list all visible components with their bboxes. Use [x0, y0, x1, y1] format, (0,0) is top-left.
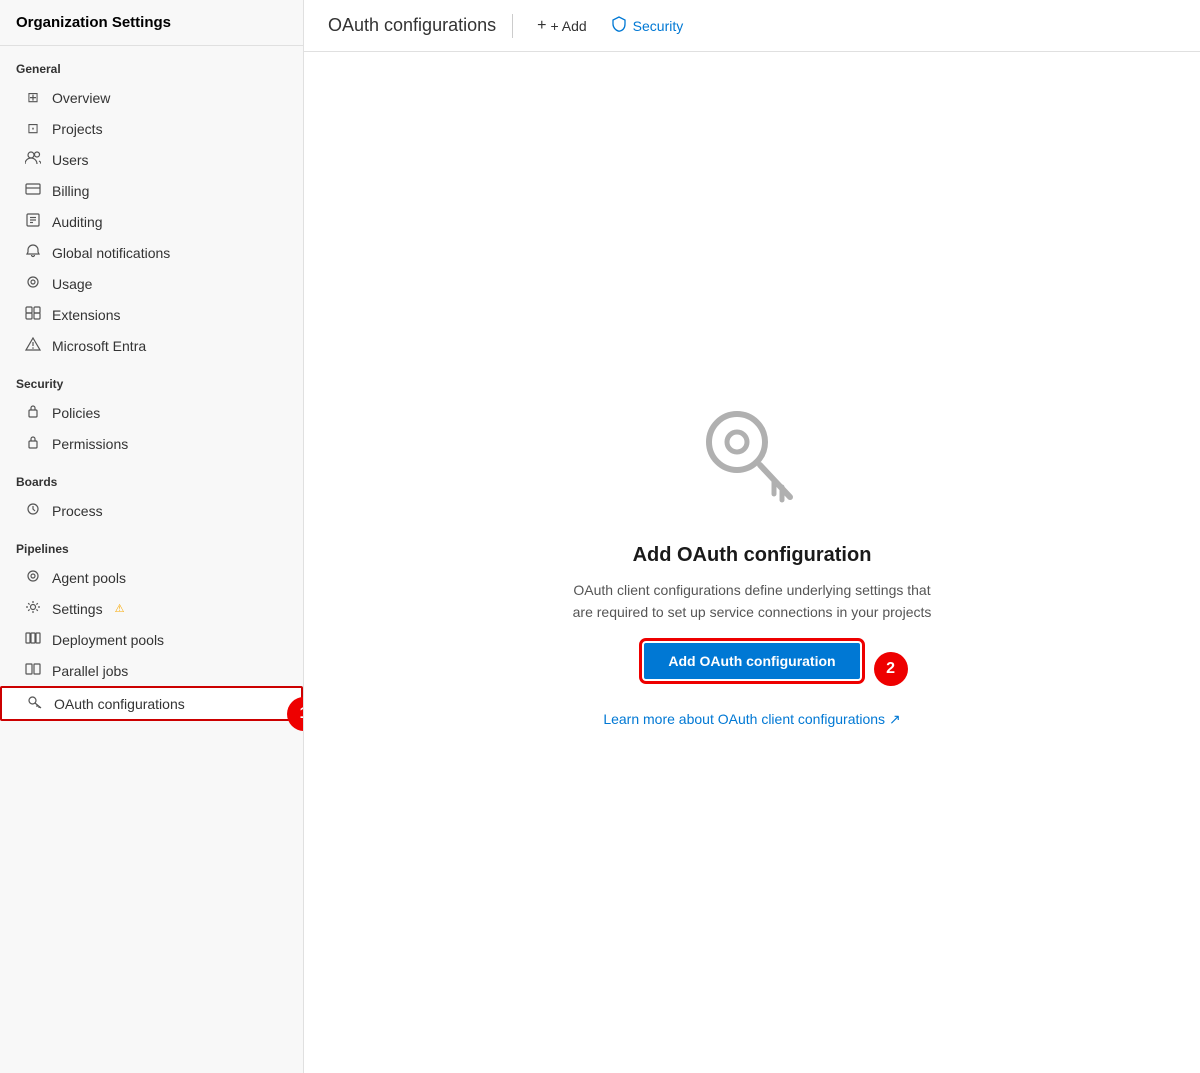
learn-more-link[interactable]: Learn more about OAuth client configurat…: [603, 711, 900, 728]
permissions-icon: [24, 435, 42, 452]
sidebar-item-label: Overview: [52, 90, 110, 106]
sidebar-item-oauth-configurations[interactable]: OAuth configurations: [0, 686, 303, 721]
sidebar-item-overview[interactable]: ⊞ Overview: [0, 82, 303, 113]
billing-icon: [24, 182, 42, 199]
sidebar-item-label: Process: [52, 503, 103, 519]
add-icon: +: [537, 17, 546, 35]
key-illustration: [692, 397, 812, 520]
microsoft-entra-icon: [24, 337, 42, 354]
section-label-boards: Boards: [0, 459, 303, 495]
sidebar-item-microsoft-entra[interactable]: Microsoft Entra: [0, 330, 303, 361]
learn-more-text: Learn more about OAuth client configurat…: [603, 711, 900, 728]
sidebar-item-label: Microsoft Entra: [52, 338, 146, 354]
empty-title: Add OAuth configuration: [633, 544, 872, 567]
sidebar-item-parallel-jobs[interactable]: Parallel jobs: [0, 655, 303, 686]
main-content: OAuth configurations + + Add Security: [304, 0, 1200, 1073]
sidebar-item-projects[interactable]: ⊡ Projects: [0, 113, 303, 144]
sidebar-item-label: Usage: [52, 276, 92, 292]
sidebar-item-label: Parallel jobs: [52, 663, 128, 679]
sidebar-item-usage[interactable]: Usage: [0, 268, 303, 299]
sidebar-item-label: Deployment pools: [52, 632, 164, 648]
sidebar-item-label: Global notifications: [52, 245, 170, 261]
auditing-icon: [24, 213, 42, 230]
sidebar-item-label: Users: [52, 152, 89, 168]
section-label-security: Security: [0, 361, 303, 397]
global-notifications-icon: [24, 244, 42, 261]
deployment-pools-icon: [24, 631, 42, 648]
sidebar-section-security: Security Policies Permissions: [0, 361, 303, 459]
settings-info-icon: ⚠: [115, 602, 125, 615]
sidebar-item-label: Auditing: [52, 214, 103, 230]
process-icon: [24, 502, 42, 519]
sidebar-item-label: Extensions: [52, 307, 120, 323]
sidebar-item-deployment-pools[interactable]: Deployment pools: [0, 624, 303, 655]
sidebar-section-pipelines: Pipelines Agent pools Settings ⚠ Deploym…: [0, 526, 303, 721]
sidebar-item-label: Permissions: [52, 436, 128, 452]
section-label-pipelines: Pipelines: [0, 526, 303, 562]
topbar-title: OAuth configurations: [328, 15, 496, 36]
sidebar-item-users[interactable]: Users: [0, 144, 303, 175]
usage-icon: [24, 275, 42, 292]
sidebar-item-settings[interactable]: Settings ⚠: [0, 593, 303, 624]
policies-icon: [24, 404, 42, 421]
add-oauth-button[interactable]: Add OAuth configuration: [644, 643, 859, 679]
empty-description: OAuth client configurations define under…: [572, 579, 932, 624]
sidebar: Organization Settings General ⊞ Overview…: [0, 0, 304, 1073]
badge-2: 2: [874, 652, 908, 686]
sidebar-section-boards: Boards Process: [0, 459, 303, 526]
security-label: Security: [633, 18, 684, 34]
sidebar-item-agent-pools[interactable]: Agent pools: [0, 562, 303, 593]
topbar: OAuth configurations + + Add Security: [304, 0, 1200, 52]
sidebar-item-extensions[interactable]: Extensions: [0, 299, 303, 330]
sidebar-item-auditing[interactable]: Auditing: [0, 206, 303, 237]
topbar-divider: [512, 14, 513, 38]
sidebar-item-policies[interactable]: Policies: [0, 397, 303, 428]
sidebar-item-permissions[interactable]: Permissions: [0, 428, 303, 459]
sidebar-item-label: OAuth configurations: [54, 696, 185, 712]
sidebar-section-general: General ⊞ Overview ⊡ Projects Users Bill…: [0, 46, 303, 361]
add-label: + Add: [550, 18, 586, 34]
sidebar-item-billing[interactable]: Billing: [0, 175, 303, 206]
sidebar-title: Organization Settings: [0, 0, 303, 46]
sidebar-item-label: Policies: [52, 405, 100, 421]
sidebar-item-label: Projects: [52, 121, 103, 137]
sidebar-item-process[interactable]: Process: [0, 495, 303, 526]
security-button[interactable]: Security: [603, 12, 692, 39]
add-button[interactable]: + + Add: [529, 13, 595, 39]
extensions-icon: [24, 306, 42, 323]
overview-icon: ⊞: [24, 89, 42, 106]
sidebar-item-label: Settings: [52, 601, 103, 617]
shield-icon: [611, 16, 627, 35]
oauth-key-icon: [26, 695, 44, 712]
users-icon: [24, 151, 42, 168]
empty-state: Add OAuth configuration OAuth client con…: [572, 397, 932, 729]
agent-pools-icon: [24, 569, 42, 586]
sidebar-item-global-notifications[interactable]: Global notifications: [0, 237, 303, 268]
sidebar-item-label: Agent pools: [52, 570, 126, 586]
section-label-general: General: [0, 46, 303, 82]
settings-icon: [24, 600, 42, 617]
content-area: Add OAuth configuration OAuth client con…: [304, 52, 1200, 1073]
parallel-jobs-icon: [24, 662, 42, 679]
projects-icon: ⊡: [24, 120, 42, 137]
sidebar-item-label: Billing: [52, 183, 89, 199]
